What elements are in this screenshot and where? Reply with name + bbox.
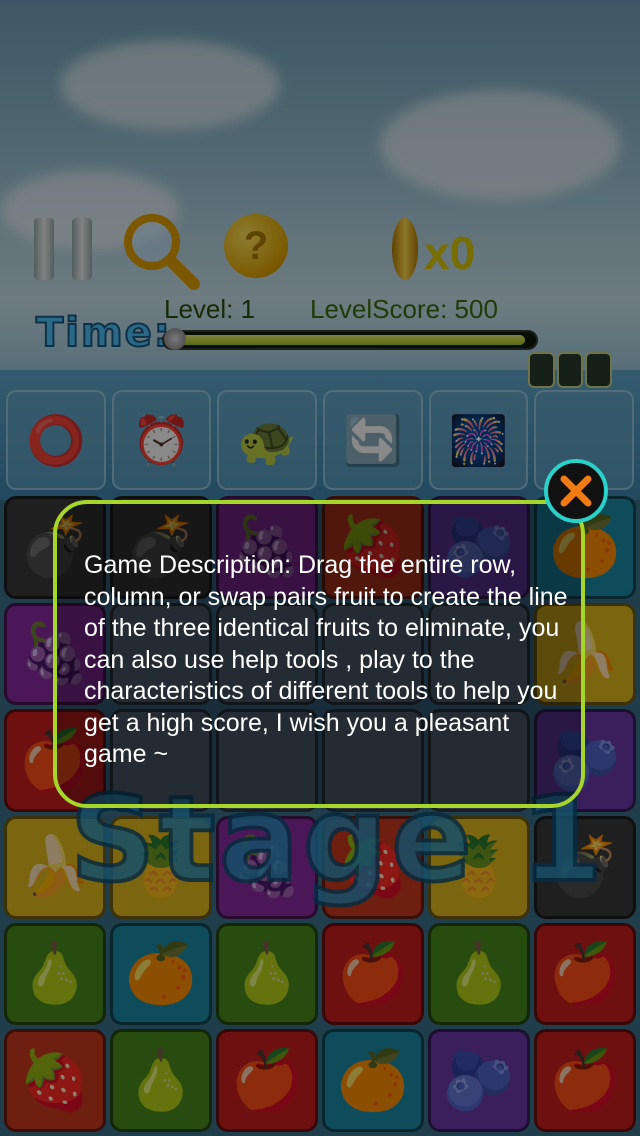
- game-description-dialog: Game Description: Drag the entire row, c…: [53, 500, 585, 808]
- game-description-text: Game Description: Drag the entire row, c…: [84, 551, 568, 768]
- close-button[interactable]: [544, 459, 608, 523]
- close-icon: [560, 475, 592, 507]
